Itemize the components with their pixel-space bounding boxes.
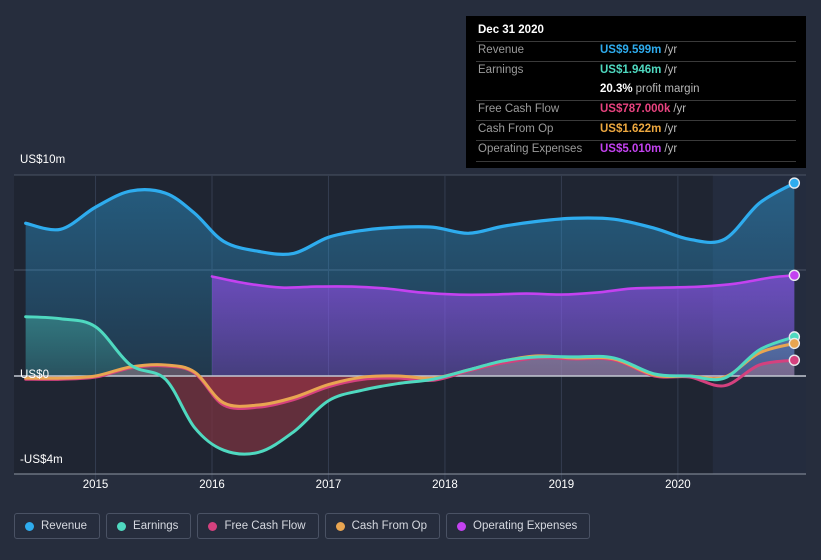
x-axis-tick-2015: 2015 [82,479,109,491]
x-axis-tick-2016: 2016 [199,479,225,491]
tooltip-row-unit: /yr [664,123,678,135]
legend-item-label: Earnings [133,520,179,532]
tooltip-row-value: US$1.622m/yr [600,123,678,135]
end-marker-cash-from-op [788,337,801,350]
end-marker-revenue [788,177,801,189]
tooltip-rows: Revenue US$9.599m/yr Earnings US$1.946m/yr 2… [476,41,796,160]
legend-item-label: Free Cash Flow [224,520,306,532]
tooltip-row: Operating Expenses US$5.010m/yr [476,140,796,160]
tooltip-row: Free Cash Flow US$787.000k/yr [476,100,796,120]
financial-area-chart: US$10m US$0 -US$4m 2015 2016 2017 2018 2019 2… [0,0,821,560]
legend-item-earnings[interactable]: Earnings [106,513,192,539]
data-tooltip: Dec 31 2020 Revenue US$9.599m/yr Earnings U… [466,16,806,168]
tooltip-row: 20.3% profit margin [476,81,796,100]
tooltip-row-label: Revenue [478,44,525,56]
tooltip-row-value: 20.3% profit margin [600,83,700,95]
tooltip-row-unit: /yr [664,44,678,56]
tooltip-row-unit: profit margin [635,83,700,95]
tooltip-row: Earnings US$1.946m/yr [476,61,796,81]
tooltip-row-label: Earnings [478,64,524,76]
tooltip-row-unit: /yr [664,64,678,76]
chart-legend: Revenue Earnings Free Cash Flow Cash From O… [14,513,591,539]
tooltip-row-label: Free Cash Flow [478,103,560,115]
y-axis-label-bottom: -US$4m [20,454,63,466]
legend-color-dot-icon [25,521,34,531]
tooltip-row: Cash From Op US$1.622m/yr [476,120,796,140]
x-axis-tick-2018: 2018 [432,479,458,491]
tooltip-title: Dec 31 2020 [478,24,544,36]
legend-item-label: Cash From Op [351,520,428,532]
tooltip-row-unit: /yr [664,143,678,155]
legend-item-label: Revenue [41,520,88,532]
x-axis-tick-2017: 2017 [315,479,342,491]
tooltip-row-label: Operating Expenses [478,143,583,155]
tooltip-row-label: Cash From Op [478,123,554,135]
y-axis-label-zero: US$0 [20,369,50,381]
x-axis-tick-2019: 2019 [548,479,575,491]
legend-color-dot-icon [117,521,127,531]
tooltip-row-value: US$5.010m/yr [600,143,678,155]
tooltip-row-value: US$9.599m/yr [600,44,678,56]
tooltip-row-unit: /yr [673,103,687,115]
tooltip-bottom-rule [476,161,796,162]
legend-color-dot-icon [208,521,218,531]
legend-item-revenue[interactable]: Revenue [14,513,101,539]
end-marker-free-cash-flow [788,354,801,366]
legend-item-cash-from-op[interactable]: Cash From Op [324,513,441,539]
end-marker-operating-expenses [788,269,801,281]
legend-item-operating-expenses[interactable]: Operating Expenses [446,513,591,539]
tooltip-row-value: US$787.000k/yr [600,103,687,115]
tooltip-row-value: US$1.946m/yr [600,64,678,76]
y-axis-label-top: US$10m [20,154,66,166]
legend-color-dot-icon [457,521,467,531]
legend-item-label: Operating Expenses [473,520,578,532]
x-axis-tick-2020: 2020 [665,479,691,491]
legend-color-dot-icon [335,521,345,531]
tooltip-row: Revenue US$9.599m/yr [476,41,796,61]
legend-item-free-cash-flow[interactable]: Free Cash Flow [197,513,319,539]
